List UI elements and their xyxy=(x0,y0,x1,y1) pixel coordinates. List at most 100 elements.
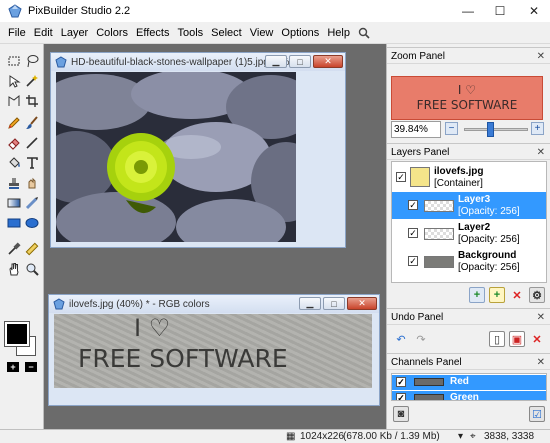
swap-colors-button[interactable]: + xyxy=(7,362,19,372)
channel-apply-icon[interactable]: ☑ xyxy=(529,406,545,422)
toolbox: + − xyxy=(0,44,44,429)
close-icon[interactable]: ✕ xyxy=(537,48,545,65)
zoom-preview[interactable]: I ♡ FREE SOFTWARE xyxy=(391,76,543,120)
crop-icon[interactable] xyxy=(23,92,41,110)
channel-name: Red xyxy=(450,376,469,387)
new-layer-icon[interactable]: + xyxy=(469,287,485,303)
dropdown-arrow-icon[interactable]: ▾ xyxy=(458,431,463,442)
layer-visibility-checkbox[interactable]: ✓ xyxy=(408,228,418,238)
close-icon[interactable]: ✕ xyxy=(537,144,545,161)
delete-layer-icon[interactable]: ✕ xyxy=(509,287,525,303)
channel-visibility-checkbox[interactable]: ✓ xyxy=(396,377,406,387)
search-icon[interactable] xyxy=(358,27,370,39)
close-icon[interactable]: ✕ xyxy=(537,309,545,326)
line-icon[interactable] xyxy=(23,134,41,152)
measure-icon[interactable] xyxy=(23,240,41,258)
zoom-slider-track[interactable] xyxy=(464,128,528,131)
layer-visibility-checkbox[interactable]: ✓ xyxy=(396,172,406,182)
zoom-panel-header[interactable]: Zoom Panel ✕ xyxy=(387,47,550,64)
undo-panel-header[interactable]: Undo Panel ✕ xyxy=(387,308,550,325)
doc-close-button[interactable]: ✕ xyxy=(347,297,377,310)
clear-history-icon[interactable]: ▣ xyxy=(509,331,525,347)
document-title: ilovefs.jpg (40%) * - RGB colors xyxy=(69,298,210,310)
channel-options-icon[interactable]: ◙ xyxy=(393,406,409,422)
channels-panel-header[interactable]: Channels Panel ✕ xyxy=(387,353,550,370)
layers-panel-header[interactable]: Layers Panel ✕ xyxy=(387,143,550,160)
hand-icon[interactable] xyxy=(5,260,23,278)
rect-select-icon[interactable] xyxy=(5,52,23,70)
stones-image-canvas[interactable] xyxy=(56,72,296,242)
doc-maximize-button[interactable]: □ xyxy=(289,55,311,68)
layers-list: ✓ ilovefs.jpg [Container] ✓ Layer3 [Opac… xyxy=(391,161,547,283)
layer-row-container[interactable]: ✓ ilovefs.jpg [Container] xyxy=(392,164,546,191)
zoom-in-button[interactable]: + xyxy=(531,122,544,135)
redo-icon[interactable]: ↷ xyxy=(413,331,429,347)
lasso-icon[interactable] xyxy=(23,52,41,70)
new-layer-from-file-icon[interactable]: + xyxy=(489,287,505,303)
ilovefs-image-canvas[interactable]: I ♡ FREE SOFTWARE xyxy=(54,314,372,388)
menu-help[interactable]: Help xyxy=(323,22,354,44)
menu-view[interactable]: View xyxy=(246,22,278,44)
eyedropper-icon[interactable] xyxy=(5,240,23,258)
minimize-button[interactable]: — xyxy=(454,0,482,22)
menu-options[interactable]: Options xyxy=(277,22,323,44)
close-button[interactable]: ✕ xyxy=(518,0,550,22)
channel-visibility-checkbox[interactable]: ✓ xyxy=(396,393,406,400)
window-title: PixBuilder Studio 2.2 xyxy=(28,5,131,17)
layer-visibility-checkbox[interactable]: ✓ xyxy=(408,256,418,266)
layer-row-layer2[interactable]: ✓ Layer2 [Opacity: 256] xyxy=(392,220,546,247)
ellipse-shape-icon[interactable] xyxy=(23,214,41,232)
move-icon[interactable] xyxy=(5,72,23,90)
sharpen-icon[interactable] xyxy=(23,194,41,212)
menu-file[interactable]: File xyxy=(4,22,30,44)
foreground-color-swatch[interactable] xyxy=(4,321,30,347)
undo-icon[interactable]: ↶ xyxy=(393,331,409,347)
menu-select[interactable]: Select xyxy=(207,22,246,44)
layer-name: ilovefs.jpg xyxy=(434,166,484,177)
layer-properties-icon[interactable]: ⚙ xyxy=(529,287,545,303)
zoom-value-field[interactable]: 39.84% xyxy=(391,121,441,138)
preview-free-software-text: FREE SOFTWARE xyxy=(416,98,518,112)
document-window-ilovefs[interactable]: ilovefs.jpg (40%) * - RGB colors ▁ □ ✕ I… xyxy=(48,294,380,406)
delete-history-icon[interactable]: ✕ xyxy=(529,331,545,347)
document-window-stones[interactable]: HD-beautiful-black-stones-wallpaper (1)5… xyxy=(50,52,346,248)
new-snapshot-icon[interactable]: ▯ xyxy=(489,331,505,347)
doc-close-button[interactable]: ✕ xyxy=(313,55,343,68)
maximize-button[interactable]: ☐ xyxy=(486,0,514,22)
doc-minimize-button[interactable]: ▁ xyxy=(265,55,287,68)
smudge-icon[interactable] xyxy=(23,174,41,192)
menu-tools[interactable]: Tools xyxy=(173,22,207,44)
layer-row-background[interactable]: ✓ Background [Opacity: 256] xyxy=(392,248,546,275)
paint-bucket-icon[interactable] xyxy=(5,154,23,172)
eraser-icon[interactable] xyxy=(5,134,23,152)
menu-effects[interactable]: Effects xyxy=(132,22,173,44)
channel-row-red[interactable]: ✓ Red xyxy=(392,375,546,390)
pencil-icon[interactable] xyxy=(5,114,23,132)
channel-row-green[interactable]: ✓ Green xyxy=(392,391,546,400)
menu-colors[interactable]: Colors xyxy=(92,22,132,44)
layer-row-layer3[interactable]: ✓ Layer3 [Opacity: 256] xyxy=(392,192,546,219)
layer-visibility-checkbox[interactable]: ✓ xyxy=(408,200,418,210)
close-icon[interactable]: ✕ xyxy=(537,354,545,371)
menu-layer[interactable]: Layer xyxy=(57,22,93,44)
gradient-icon[interactable] xyxy=(5,194,23,212)
channels-list: ✓ Red ✓ Green xyxy=(391,373,547,401)
image-doc-icon xyxy=(53,298,65,310)
layer-sub: [Container] xyxy=(434,178,483,189)
zoom-icon[interactable] xyxy=(23,260,41,278)
poly-lasso-icon[interactable] xyxy=(5,92,23,110)
brush-icon[interactable] xyxy=(23,114,41,132)
layer-name: Layer2 xyxy=(458,222,491,233)
reset-colors-button[interactable]: − xyxy=(25,362,37,372)
doc-maximize-button[interactable]: □ xyxy=(323,297,345,310)
rectangle-shape-icon[interactable] xyxy=(5,214,23,232)
layer-name: Layer3 xyxy=(458,194,491,205)
doc-minimize-button[interactable]: ▁ xyxy=(299,297,321,310)
magic-wand-icon[interactable] xyxy=(23,72,41,90)
zoom-out-button[interactable]: − xyxy=(445,122,458,135)
zoom-slider-thumb[interactable] xyxy=(487,122,494,137)
layer-thumb xyxy=(424,256,454,268)
text-icon[interactable] xyxy=(23,154,41,172)
menu-edit[interactable]: Edit xyxy=(30,22,57,44)
clone-stamp-icon[interactable] xyxy=(5,174,23,192)
